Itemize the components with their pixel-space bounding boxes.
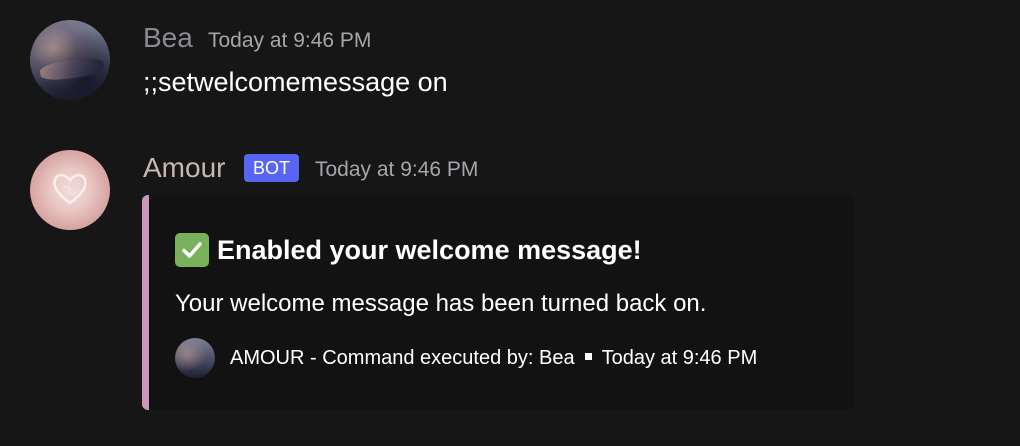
- username[interactable]: Amour: [143, 152, 225, 184]
- footer-text: AMOUR - Command executed by: Bea: [230, 347, 575, 369]
- embed-title-text: Enabled your welcome message!: [217, 235, 642, 265]
- footer-avatar: [175, 338, 215, 378]
- chat-view: Bea Today at 9:46 PM ;;setwelcomemessage…: [0, 0, 1020, 446]
- message-content: ;;setwelcomemessage on: [143, 67, 448, 97]
- heart-icon: [53, 173, 87, 205]
- message-timestamp: Today at 9:46 PM: [208, 29, 372, 52]
- embed-description: Your welcome message has been turned bac…: [175, 290, 707, 317]
- embed-accent-bar: [142, 195, 149, 410]
- footer-separator: [584, 352, 592, 360]
- footer-timestamp: Today at 9:46 PM: [601, 347, 758, 369]
- username[interactable]: Bea: [143, 22, 193, 54]
- message-timestamp: Today at 9:46 PM: [315, 158, 479, 181]
- bot-badge: BOT: [244, 154, 299, 182]
- avatar[interactable]: [30, 20, 110, 100]
- embed-footer: AMOUR - Command executed by: Bea Today a…: [175, 338, 757, 378]
- embed: Enabled your welcome message! Your welco…: [142, 195, 854, 410]
- white-check-mark-icon: [175, 233, 209, 267]
- avatar[interactable]: [30, 150, 110, 230]
- embed-title: Enabled your welcome message!: [175, 233, 642, 267]
